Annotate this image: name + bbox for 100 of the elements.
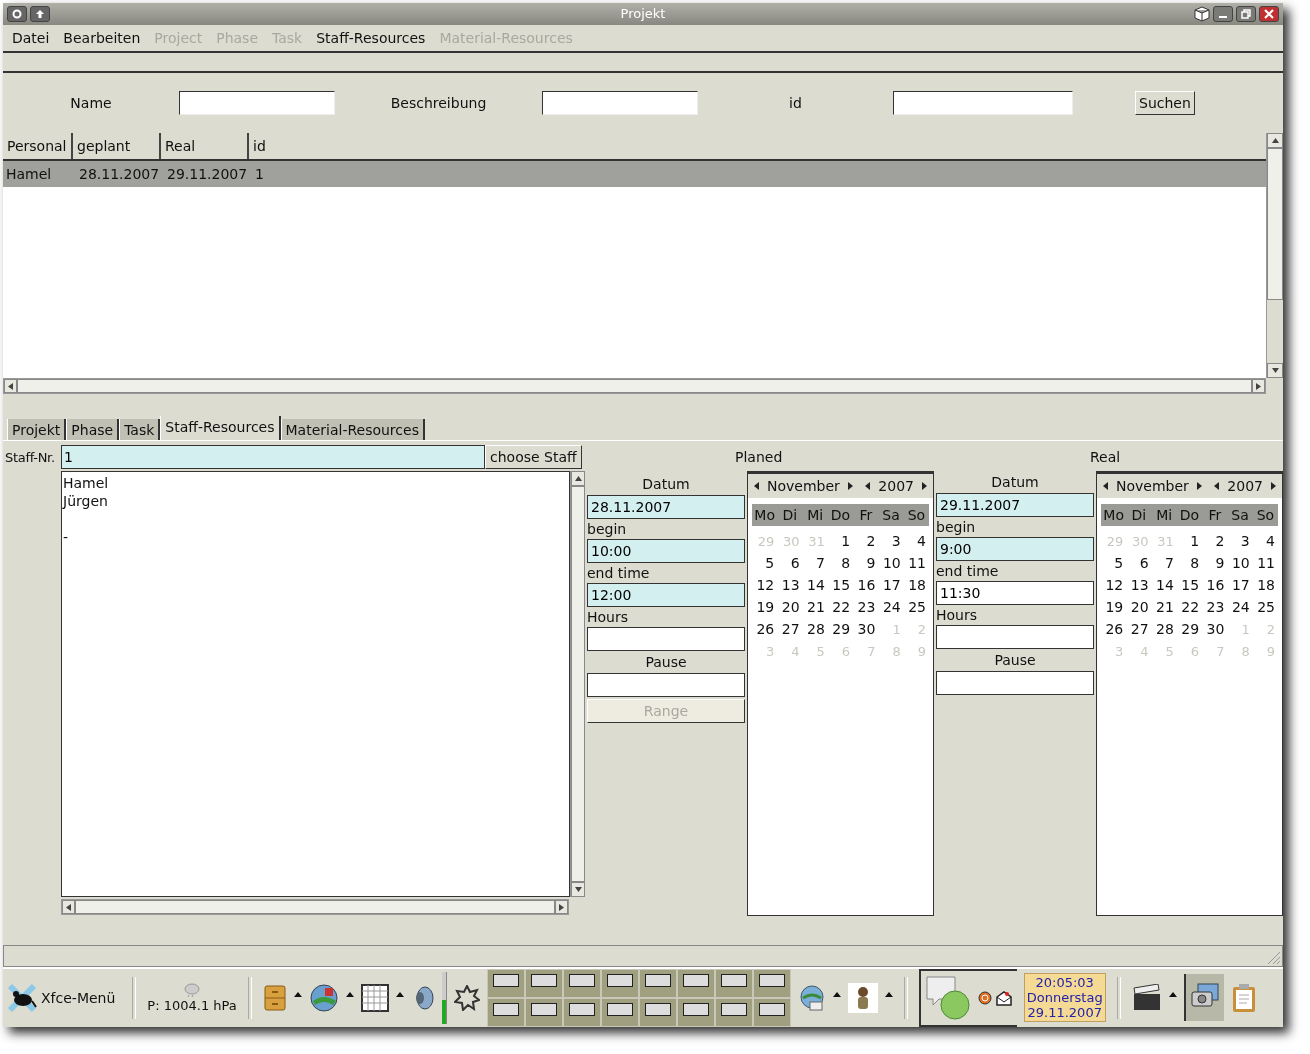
calendar-day[interactable]: 27: [777, 621, 803, 638]
input-field[interactable]: [936, 625, 1094, 650]
search-button[interactable]: Suchen: [1135, 90, 1195, 115]
next-year-icon[interactable]: [1271, 482, 1276, 491]
scroll-right-button[interactable]: [555, 900, 568, 915]
input-field[interactable]: 12:00: [587, 583, 745, 608]
figure-icon[interactable]: [847, 983, 878, 1013]
workspace-cell[interactable]: [487, 999, 524, 1026]
calendar-day[interactable]: 7: [802, 555, 828, 572]
clock[interactable]: 20:05:03 Donnerstag 29.11.2007: [1023, 973, 1106, 1023]
calendar-day[interactable]: 7: [1151, 555, 1177, 572]
calendar-day[interactable]: 12: [1101, 577, 1127, 594]
globe-mail-icon[interactable]: [797, 984, 826, 1012]
scroll-up-button[interactable]: [571, 471, 585, 487]
calendar-day[interactable]: 13: [1126, 577, 1152, 594]
search-field[interactable]: [179, 90, 335, 115]
vertical-scrollbar[interactable]: [1266, 132, 1283, 379]
previous-year-icon[interactable]: [865, 482, 871, 491]
tab[interactable]: Material-Resources: [280, 419, 425, 441]
calendar-day[interactable]: 6: [1126, 555, 1152, 572]
calendar-day[interactable]: 1: [827, 533, 854, 550]
calendar-day[interactable]: 14: [1151, 577, 1177, 594]
scroll-down-button[interactable]: [571, 882, 585, 898]
workspace-cell[interactable]: [563, 999, 600, 1026]
calendar-day[interactable]: 21: [1151, 599, 1177, 616]
maximize-button[interactable]: [1236, 5, 1256, 22]
scroll-left-button[interactable]: [62, 900, 75, 915]
calendar-day[interactable]: 30: [853, 621, 879, 638]
input-field[interactable]: [936, 671, 1094, 696]
calendar-day[interactable]: 5: [752, 555, 778, 572]
column-header[interactable]: Real: [161, 132, 249, 159]
next-month-icon[interactable]: [1196, 482, 1202, 491]
expand-arrow-icon[interactable]: [395, 992, 404, 998]
tab[interactable]: Projekt: [7, 419, 67, 441]
calendar-day[interactable]: 11: [903, 555, 929, 572]
calendar-day[interactable]: 2: [1202, 533, 1228, 550]
expand-arrow-icon[interactable]: [1168, 992, 1177, 998]
start-menu-button[interactable]: Xfce-Menü: [7, 983, 122, 1013]
staff-number-field[interactable]: 1: [61, 445, 485, 470]
expand-arrow-icon[interactable]: [293, 992, 302, 998]
calendar-day[interactable]: 13: [777, 577, 803, 594]
calendar-day[interactable]: 18: [1252, 577, 1278, 594]
calendar-day[interactable]: 20: [1126, 599, 1152, 616]
calendar-day[interactable]: 6: [777, 555, 803, 572]
previous-month-icon[interactable]: [1103, 482, 1108, 491]
workspace-cell[interactable]: [525, 999, 562, 1026]
calendar-day[interactable]: 21: [802, 599, 828, 616]
calendar-day[interactable]: 27: [1126, 621, 1152, 638]
drawer-cabinet-icon[interactable]: [262, 984, 287, 1012]
calendar-day[interactable]: 17: [878, 577, 904, 594]
calendar-day[interactable]: 19: [752, 599, 778, 616]
workspace-cell[interactable]: [753, 970, 790, 997]
workspace-cell[interactable]: [639, 970, 676, 997]
calendar-day[interactable]: 15: [1176, 577, 1203, 594]
workspace-cell[interactable]: [677, 999, 714, 1026]
input-field[interactable]: 28.11.2007: [587, 495, 745, 520]
calendar-day[interactable]: 4: [1252, 533, 1278, 550]
expand-arrow-icon[interactable]: [884, 992, 893, 998]
round-badge-icon[interactable]: [977, 991, 992, 1005]
next-year-icon[interactable]: [922, 482, 927, 491]
calendar-day[interactable]: 10: [1227, 555, 1253, 572]
calendar-day[interactable]: 24: [1227, 599, 1253, 616]
calendar-day[interactable]: 9: [1202, 555, 1228, 572]
column-header[interactable]: Personal: [3, 132, 73, 159]
calendar-grid-icon[interactable]: [360, 984, 389, 1012]
column-header[interactable]: id: [249, 132, 1266, 159]
calendar-day[interactable]: 2: [853, 533, 879, 550]
calendar-day[interactable]: 28: [802, 621, 828, 638]
calendar-day[interactable]: 22: [827, 599, 854, 616]
workspace-cell[interactable]: [601, 970, 638, 997]
scroll-left-button[interactable]: [4, 379, 17, 394]
calendar-day[interactable]: 29: [827, 621, 854, 638]
calendar-day[interactable]: 4: [903, 533, 929, 550]
tab[interactable]: Phase: [66, 419, 120, 441]
list-item[interactable]: -: [63, 528, 69, 547]
search-field[interactable]: [893, 90, 1073, 115]
next-month-icon[interactable]: [847, 482, 853, 491]
calendar-day[interactable]: 3: [878, 533, 904, 550]
menu-item[interactable]: Datei: [12, 29, 50, 46]
table-row[interactable]: Hamel 28.11.2007 29.11.2007 1: [3, 160, 1266, 187]
input-field[interactable]: 10:00: [587, 539, 745, 564]
input-field[interactable]: [587, 627, 745, 652]
calendar-day[interactable]: 19: [1101, 599, 1127, 616]
calendar-day[interactable]: 8: [1176, 555, 1203, 572]
menu-item[interactable]: Staff-Resources: [316, 29, 426, 46]
scroll-thumb[interactable]: [1267, 147, 1283, 300]
workspace-cell[interactable]: [715, 999, 752, 1026]
calendar-day[interactable]: 12: [752, 577, 778, 594]
calendar-day[interactable]: 25: [903, 599, 929, 616]
calendar-day[interactable]: 25: [1252, 599, 1278, 616]
scroll-up-button[interactable]: [1267, 132, 1283, 148]
horizontal-scrollbar[interactable]: [61, 899, 569, 916]
input-field[interactable]: 29.11.2007: [936, 493, 1094, 518]
calendar-day[interactable]: 23: [853, 599, 879, 616]
workspace-cell[interactable]: [601, 999, 638, 1026]
tab[interactable]: Staff-Resources: [160, 416, 281, 441]
minimize-button[interactable]: [1213, 5, 1233, 22]
workspace-pager[interactable]: [486, 969, 791, 1027]
calendar-day[interactable]: 24: [878, 599, 904, 616]
globe-icon[interactable]: [308, 983, 339, 1013]
